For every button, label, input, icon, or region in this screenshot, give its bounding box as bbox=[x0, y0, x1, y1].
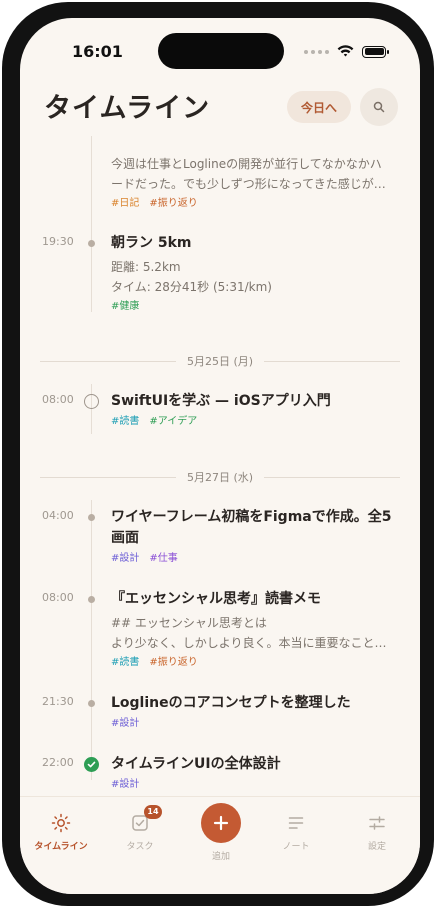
task-checkbox[interactable] bbox=[84, 394, 99, 409]
tag[interactable]: #読書 bbox=[111, 656, 139, 670]
dynamic-island bbox=[158, 33, 284, 69]
entry-excerpt: より少なく、しかしより良く。本当に重要なこと… bbox=[111, 636, 387, 650]
plus-icon bbox=[213, 815, 229, 831]
status-icons bbox=[304, 45, 389, 58]
tasks-badge: 14 bbox=[144, 805, 162, 819]
entry-excerpt: ードだった。でも少しずつ形になってきた感じが… bbox=[111, 177, 386, 191]
entry-dot bbox=[88, 514, 95, 521]
tab-settings[interactable]: 設定 bbox=[342, 811, 412, 852]
sliders-icon bbox=[369, 816, 385, 830]
entry-dot bbox=[88, 596, 95, 603]
entry-title: SwiftUIを学ぶ — iOSアプリ入門 bbox=[111, 393, 331, 409]
tab-bar: タイムライン 14 タスク 追加 ノート 設定 bbox=[20, 796, 420, 894]
entry-dot bbox=[88, 700, 95, 707]
entry-title: 朝ラン 5km bbox=[111, 235, 192, 251]
entry-title: ワイヤーフレーム初稿をFigmaで作成。全5 bbox=[111, 509, 392, 525]
add-button[interactable] bbox=[201, 803, 241, 843]
entry-title: Loglineのコアコンセプトを整理した bbox=[111, 695, 351, 711]
tag[interactable]: #設計 bbox=[111, 552, 139, 566]
entry-title: 『エッセンシャル思考』読書メモ bbox=[111, 591, 321, 607]
tag[interactable]: #読書 bbox=[111, 415, 139, 429]
device-frame: 16:01 タイムライン 今日へ 今週は仕事とLoglineの開発が並行してなか… bbox=[2, 2, 434, 906]
entry-title: タイムラインUIの全体設計 bbox=[111, 756, 281, 772]
date-separator: 5月25日 (月) bbox=[40, 353, 400, 369]
sun-icon bbox=[51, 813, 71, 833]
wifi-icon bbox=[337, 45, 354, 57]
tab-notes[interactable]: ノート bbox=[261, 811, 331, 852]
tab-timeline[interactable]: タイムライン bbox=[26, 811, 96, 852]
timeline-rail bbox=[91, 136, 92, 312]
tag[interactable]: #健康 bbox=[111, 300, 139, 314]
entry-excerpt: 距離: 5.2km bbox=[111, 260, 181, 274]
tag[interactable]: #設計 bbox=[111, 717, 139, 731]
notes-icon bbox=[288, 817, 304, 829]
entry-dot bbox=[88, 240, 95, 247]
today-button[interactable]: 今日へ bbox=[287, 91, 351, 123]
entry-time: 08:00 bbox=[42, 591, 74, 604]
check-icon bbox=[87, 761, 96, 768]
cellular-signal-icon bbox=[304, 49, 329, 54]
tag[interactable]: #振り返り bbox=[149, 656, 197, 670]
battery-icon bbox=[362, 45, 389, 58]
date-separator: 5月27日 (水) bbox=[40, 469, 400, 485]
tab-label: ノート bbox=[282, 842, 310, 852]
entry-excerpt: ## エッセンシャル思考とは bbox=[111, 616, 267, 630]
entry-title-continued: 画面 bbox=[111, 530, 139, 546]
timeline-rail bbox=[91, 500, 92, 780]
entry-time: 21:30 bbox=[42, 695, 74, 708]
tab-tasks[interactable]: 14 タスク bbox=[105, 805, 175, 852]
tab-label: 設定 bbox=[367, 842, 386, 852]
tag[interactable]: #日記 bbox=[111, 197, 139, 211]
add-label: 追加 bbox=[211, 852, 230, 862]
tag[interactable]: #仕事 bbox=[149, 552, 177, 566]
tag[interactable]: #振り返り bbox=[149, 197, 197, 211]
entry-time: 08:00 bbox=[42, 393, 74, 406]
page-title: タイムライン bbox=[44, 93, 211, 124]
status-time: 16:01 bbox=[72, 42, 123, 61]
tab-label: タスク bbox=[126, 842, 154, 852]
app-screen: 16:01 タイムライン 今日へ 今週は仕事とLoglineの開発が並行してなか… bbox=[20, 18, 420, 894]
entry-time: 19:30 bbox=[42, 235, 74, 248]
search-icon bbox=[373, 101, 385, 113]
search-button[interactable] bbox=[360, 88, 398, 126]
timeline-rail bbox=[91, 384, 92, 434]
entry-time: 22:00 bbox=[42, 756, 74, 769]
tab-label: タイムライン bbox=[34, 842, 88, 852]
tag[interactable]: #アイデア bbox=[149, 415, 197, 429]
task-checkbox-checked[interactable] bbox=[84, 757, 99, 772]
entry-time: 04:00 bbox=[42, 509, 74, 522]
timeline-list[interactable]: 今週は仕事とLoglineの開発が並行してなかなかハ ードだった。でも少しずつ形… bbox=[20, 136, 420, 796]
entry-excerpt: タイム: 28分41秒 (5:31/km) bbox=[111, 280, 272, 294]
entry-excerpt: 今週は仕事とLoglineの開発が並行してなかなかハ bbox=[111, 157, 382, 171]
tag[interactable]: #設計 bbox=[111, 778, 139, 792]
